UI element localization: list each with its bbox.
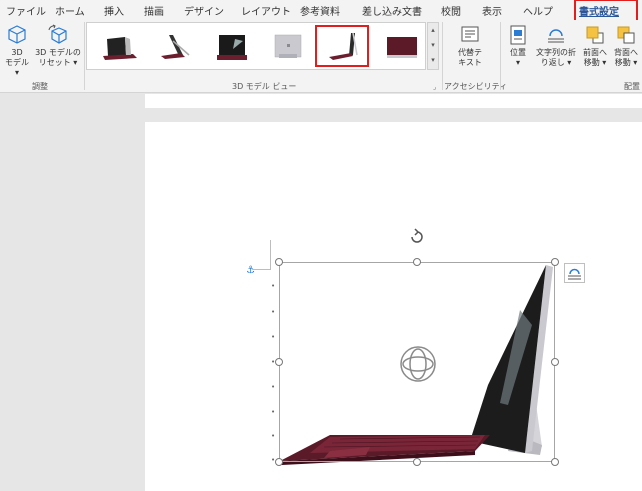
position-icon <box>510 25 526 45</box>
wrap-text-icon <box>548 29 564 43</box>
dialog-launcher-icon[interactable]: ⌟ <box>433 83 436 91</box>
reset-3d-model-button[interactable]: 3D モデルの リセット ▾ <box>34 24 82 68</box>
tab-6[interactable]: 参考資料 <box>300 3 340 18</box>
wrap-text-icon <box>568 268 581 280</box>
send-backward-button[interactable]: 背面へ 移動 ▾ <box>611 24 641 68</box>
3d-model-button[interactable]: 3D モデル ▾ <box>2 24 32 78</box>
tab-7[interactable]: 差し込み文書 <box>362 3 422 18</box>
wrap-text-label-2: り返し ▾ <box>540 58 572 67</box>
resize-handle[interactable] <box>275 258 283 266</box>
group-label-adjust: 調整 <box>32 82 48 91</box>
bring-forward-label-1: 前面へ <box>583 48 607 57</box>
view-thumbnail-5-selected[interactable] <box>315 25 369 67</box>
group-label-arrange: 配置 <box>624 82 640 91</box>
tab-5[interactable]: レイアウト <box>241 3 291 18</box>
tab-9[interactable]: 表示 <box>482 3 502 18</box>
bring-forward-icon <box>586 26 604 44</box>
3d-model-label-1: 3D <box>11 48 23 57</box>
alt-text-label-2: キスト <box>458 58 482 67</box>
resize-handle[interactable] <box>413 258 421 266</box>
tab-4[interactable]: デザイン <box>184 3 224 18</box>
cube-icon <box>8 25 26 44</box>
view-thumbnail-3[interactable] <box>207 27 255 65</box>
reset-cube-icon <box>48 24 67 44</box>
alt-text-button[interactable]: 代替テ キスト <box>450 24 490 68</box>
send-backward-label-1: 背面へ <box>614 48 638 57</box>
ribbon-tab-bar: 書式設定 ファイル ホーム 挿入 描画 デザイン レイアウト 参考資料 差し込み文書 校閲 表示 ヘ… <box>0 0 642 23</box>
view-thumbnail-1[interactable] <box>95 27 143 65</box>
view-thumbnail-6[interactable] <box>377 27 425 65</box>
reset-label-1: 3D モデルの <box>35 48 81 57</box>
3d-model-views-gallery <box>86 22 426 70</box>
alt-text-label-1: 代替テ <box>458 48 482 57</box>
alt-text-icon <box>461 26 479 42</box>
bring-forward-button[interactable]: 前面へ 移動 ▾ <box>580 24 610 68</box>
send-backward-label-2: 移動 ▾ <box>614 58 638 67</box>
view-thumbnail-4[interactable] <box>263 27 311 65</box>
group-label-accessibility: アクセシビリティ <box>444 82 508 91</box>
group-separator <box>500 22 501 90</box>
position-label-1: 位置 <box>510 48 526 57</box>
tab-3[interactable]: 描画 <box>144 3 164 18</box>
wrap-text-label-1: 文字列の折 <box>536 48 576 57</box>
gallery-more[interactable]: ▾ <box>428 53 438 68</box>
anchor-icon[interactable]: ⚓ <box>246 265 255 276</box>
tab-2[interactable]: 挿入 <box>104 3 124 18</box>
send-backward-icon <box>617 26 635 44</box>
position-label-2: ▾ <box>515 58 520 67</box>
group-label-3d-views: 3D モデル ビュー <box>232 82 297 91</box>
gallery-scroll-down[interactable]: ▾ <box>428 38 438 53</box>
group-separator <box>84 22 85 90</box>
tab-0[interactable]: ファイル <box>6 3 46 18</box>
tab-10[interactable]: ヘルプ <box>523 3 553 18</box>
resize-handle[interactable] <box>275 358 283 366</box>
view-thumbnail-2[interactable] <box>151 27 199 65</box>
wrap-text-button[interactable]: 文字列の折 り返し ▾ <box>533 24 579 68</box>
resize-handle[interactable] <box>551 258 559 266</box>
group-separator <box>442 22 443 90</box>
ribbon: 3D モデル ▾ 3D モデルの リセット ▾ 調整 ▴ ▾ ▾ 3D モデル … <box>0 20 642 93</box>
resize-handle[interactable] <box>275 458 283 466</box>
layout-options-button[interactable] <box>564 263 585 283</box>
rotate-handle-icon[interactable] <box>408 228 426 246</box>
page-gap <box>0 108 642 122</box>
resize-handle[interactable] <box>413 458 421 466</box>
reset-label-2: リセット ▾ <box>38 58 78 67</box>
tab-8[interactable]: 校閲 <box>441 3 461 18</box>
position-button[interactable]: 位置 ▾ <box>504 24 532 68</box>
3d-rotate-control-icon[interactable] <box>398 344 438 384</box>
tab-1[interactable]: ホーム <box>55 3 85 18</box>
previous-page <box>145 94 642 108</box>
3d-model-label-2: モデル ▾ <box>5 58 29 77</box>
gallery-scroll[interactable]: ▴ ▾ ▾ <box>427 22 439 70</box>
resize-handle[interactable] <box>551 458 559 466</box>
bring-forward-label-2: 移動 ▾ <box>583 58 607 67</box>
tab-format[interactable]: 書式設定 <box>579 3 619 18</box>
resize-handle[interactable] <box>551 358 559 366</box>
gallery-scroll-up[interactable]: ▴ <box>428 23 438 38</box>
